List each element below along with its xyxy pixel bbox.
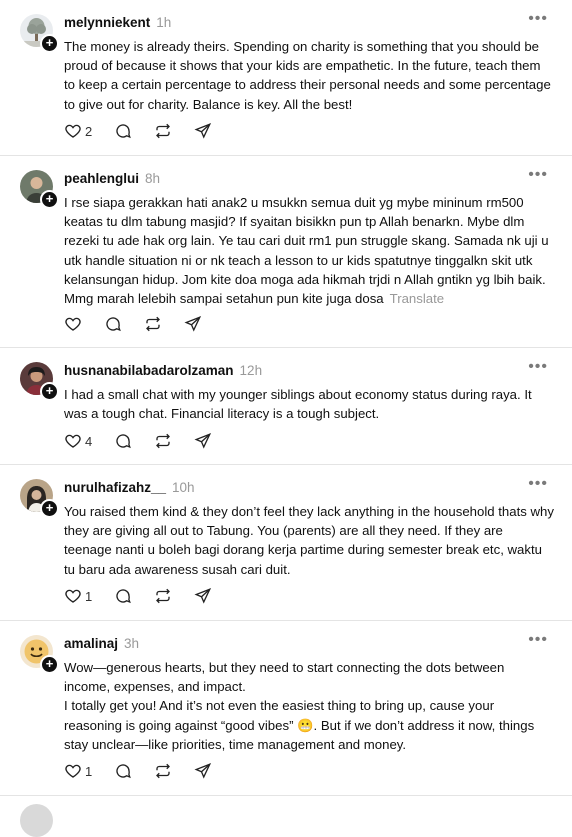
heart-icon [64, 432, 82, 450]
more-icon[interactable]: ••• [528, 167, 548, 183]
repost-button[interactable] [154, 432, 172, 450]
post-text: You raised them kind & they don’t feel t… [64, 504, 554, 577]
post-paragraph: I totally get you! And it’s not even the… [64, 698, 535, 752]
send-icon [194, 432, 212, 450]
username[interactable]: husnanabilabadarolzaman [64, 363, 234, 378]
comment-icon [114, 432, 132, 450]
avatar[interactable]: + [20, 170, 59, 209]
plus-icon[interactable]: + [40, 382, 59, 401]
repost-icon [154, 587, 172, 605]
post-text: Wow—generous hearts, but they need to st… [64, 658, 554, 754]
repost-button[interactable] [154, 762, 172, 780]
heart-icon [64, 587, 82, 605]
share-button[interactable] [194, 432, 212, 450]
heart-icon [64, 315, 82, 333]
avatar[interactable]: + [20, 14, 59, 53]
timestamp: 12h [239, 363, 263, 378]
plus-icon[interactable]: + [40, 655, 59, 674]
action-bar [64, 314, 224, 334]
avatar[interactable]: + [20, 635, 59, 674]
repost-icon [154, 762, 172, 780]
reply-button[interactable] [114, 762, 132, 780]
translate-link[interactable]: Translate [390, 291, 444, 306]
heart-icon [64, 762, 82, 780]
reply-button[interactable] [114, 432, 132, 450]
reply-button[interactable] [104, 315, 122, 333]
share-button[interactable] [184, 315, 202, 333]
share-button[interactable] [194, 122, 212, 140]
username[interactable]: peahlenglui [64, 171, 139, 186]
next-post-partial [0, 796, 572, 837]
like-button[interactable]: 4 [64, 432, 92, 450]
more-icon[interactable]: ••• [528, 11, 548, 27]
action-bar: 2 [64, 121, 234, 141]
comment-icon [114, 762, 132, 780]
timestamp: 8h [145, 171, 161, 186]
heart-icon [64, 122, 82, 140]
share-button[interactable] [194, 587, 212, 605]
action-bar: 1 [64, 761, 234, 781]
comment-icon [114, 587, 132, 605]
action-bar: 4 [64, 431, 234, 451]
like-button[interactable]: 1 [64, 587, 92, 605]
username[interactable]: nurulhafizahz__ [64, 480, 166, 495]
repost-button[interactable] [154, 122, 172, 140]
post-paragraph: Wow—generous hearts, but they need to st… [64, 660, 505, 695]
plus-icon[interactable]: + [40, 34, 59, 53]
like-count: 1 [85, 763, 93, 779]
post: + husnanabilabadarolzaman 12h ••• I had a… [0, 348, 572, 465]
timestamp: 10h [172, 480, 195, 495]
comment-icon [114, 122, 132, 140]
send-icon [194, 762, 212, 780]
timestamp: 1h [156, 15, 172, 30]
avatar[interactable]: + [20, 479, 59, 518]
timestamp: 3h [124, 636, 140, 651]
reply-button[interactable] [114, 122, 132, 140]
like-count: 4 [85, 433, 93, 449]
action-bar: 1 [64, 586, 234, 606]
like-button[interactable]: 2 [64, 122, 92, 140]
post-text: I had a small chat with my younger sibli… [64, 387, 532, 422]
like-count: 2 [85, 123, 93, 139]
post-text: I rse siapa gerakkan hati anak2 u msukkn… [64, 193, 554, 308]
like-count: 1 [85, 588, 93, 604]
avatar[interactable]: + [20, 362, 59, 401]
post-text-content: I rse siapa gerakkan hati anak2 u msukkn… [64, 195, 549, 307]
post: + nurulhafizahz__ 10h ••• You raised them… [0, 465, 572, 621]
more-icon[interactable]: ••• [528, 359, 548, 375]
post: + peahlenglui 8h ••• I rse siapa gerakkan… [0, 156, 572, 348]
like-button[interactable]: 1 [64, 762, 92, 780]
more-icon[interactable]: ••• [528, 632, 548, 648]
post: + amalinaj 3h ••• Wow—generous hearts, bu… [0, 621, 572, 796]
repost-icon [154, 122, 172, 140]
send-icon [194, 122, 212, 140]
comment-icon [104, 315, 122, 333]
share-button[interactable] [194, 762, 212, 780]
plus-icon[interactable]: + [40, 190, 59, 209]
like-button[interactable] [64, 315, 82, 333]
repost-button[interactable] [144, 315, 162, 333]
reply-button[interactable] [114, 587, 132, 605]
plus-icon[interactable]: + [40, 499, 59, 518]
repost-button[interactable] [154, 587, 172, 605]
username[interactable]: amalinaj [64, 636, 118, 651]
post-text: The money is already theirs. Spending on… [64, 39, 551, 112]
more-icon[interactable]: ••• [528, 476, 548, 492]
send-icon [194, 587, 212, 605]
repost-icon [144, 315, 162, 333]
send-icon [184, 315, 202, 333]
username[interactable]: melynniekent [64, 15, 150, 30]
post: + melynniekent 1h ••• The money is alread… [0, 0, 572, 156]
repost-icon [154, 432, 172, 450]
